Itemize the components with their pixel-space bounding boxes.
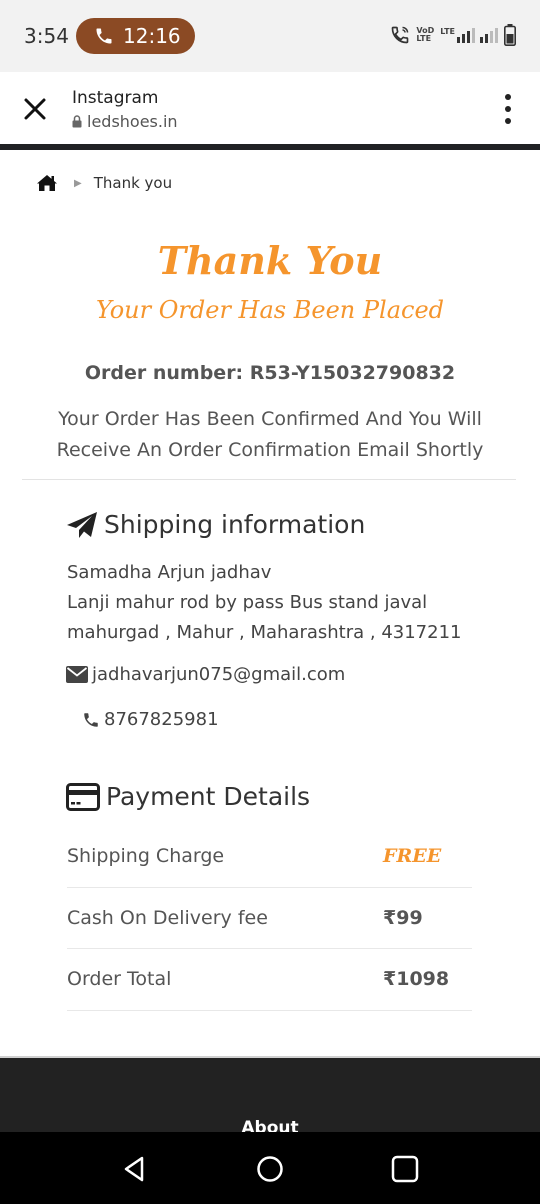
thank-you-subtitle: Your Order Has Been Placed xyxy=(95,296,445,324)
url-text: ledshoes.in xyxy=(87,112,178,131)
nav-back-icon[interactable] xyxy=(120,1154,150,1184)
breadcrumb-separator-icon: ▶ xyxy=(74,177,82,189)
browser-url: ledshoes.in xyxy=(72,112,178,131)
phone-icon xyxy=(96,28,112,44)
shipping-phone: 8767825981 xyxy=(82,709,219,730)
payment-heading-text: Payment Details xyxy=(106,782,311,811)
payment-label: Cash On Delivery fee xyxy=(67,906,268,929)
envelope-icon xyxy=(66,666,88,683)
payment-table: Shipping Charge FREE Cash On Delivery fe… xyxy=(67,826,472,1011)
ongoing-call-pill[interactable]: 12:16 xyxy=(76,18,195,54)
address-line-2: mahurgad , Mahur , Maharashtra , 4317211 xyxy=(67,622,462,643)
home-icon[interactable] xyxy=(36,174,58,192)
nav-home-icon[interactable] xyxy=(255,1154,285,1184)
payment-heading: Payment Details xyxy=(66,782,310,811)
shipping-address: Samadha Arjun jadhav Lanji mahur rod by … xyxy=(67,558,462,648)
status-time: 3:54 xyxy=(24,24,69,48)
browser-bar-divider xyxy=(0,144,540,150)
thank-you-title: Thank You xyxy=(157,238,383,283)
in-app-browser-bar: Instagram ledshoes.in xyxy=(0,72,540,144)
signal-strength-icon: LTE xyxy=(440,27,498,43)
address-line-1: Lanji mahur rod by pass Bus stand javal xyxy=(67,592,428,613)
phone-icon xyxy=(84,712,98,727)
email-text: jadhavarjun075@gmail.com xyxy=(92,664,346,685)
shipping-heading-text: Shipping information xyxy=(104,510,366,539)
credit-card-icon xyxy=(66,782,100,811)
lock-icon xyxy=(72,115,82,128)
payment-value: ₹99 xyxy=(383,906,423,929)
paper-plane-icon xyxy=(67,511,97,538)
status-icons: VoD LTE LTE xyxy=(390,24,516,46)
confirmation-message: Your Order Has Been Confirmed And You Wi… xyxy=(56,408,484,461)
order-number: Order number: R53-Y15032790832 xyxy=(84,362,456,384)
recipient-name: Samadha Arjun jadhav xyxy=(67,562,272,583)
shipping-email: jadhavarjun075@gmail.com xyxy=(66,664,345,685)
phone-text: 8767825981 xyxy=(104,709,219,730)
status-bar: 3:54 12:16 VoD LTE LTE xyxy=(0,0,540,72)
breadcrumb: ▶ Thank you xyxy=(36,174,172,192)
payment-row-total: Order Total ₹1098 xyxy=(67,949,472,1011)
volte-label: VoD LTE xyxy=(416,26,435,43)
payment-label: Order Total xyxy=(67,968,172,991)
section-divider xyxy=(22,479,516,480)
shipping-heading: Shipping information xyxy=(66,510,365,539)
call-timer: 12:16 xyxy=(123,24,181,48)
payment-value: FREE xyxy=(383,845,442,868)
wifi-calling-icon xyxy=(392,26,409,44)
site-footer: About xyxy=(0,1056,540,1138)
breadcrumb-current: Thank you xyxy=(93,174,173,192)
close-icon[interactable] xyxy=(20,94,50,124)
system-nav-bar xyxy=(0,1132,540,1204)
more-vert-icon[interactable] xyxy=(502,94,514,124)
payment-value: ₹1098 xyxy=(383,968,450,991)
payment-row-shipping: Shipping Charge FREE xyxy=(67,826,472,888)
battery-icon xyxy=(504,24,516,46)
browser-title: Instagram xyxy=(72,88,159,108)
nav-recents-icon[interactable] xyxy=(390,1154,420,1184)
payment-row-cod-fee: Cash On Delivery fee ₹99 xyxy=(67,888,472,949)
payment-label: Shipping Charge xyxy=(67,845,225,868)
